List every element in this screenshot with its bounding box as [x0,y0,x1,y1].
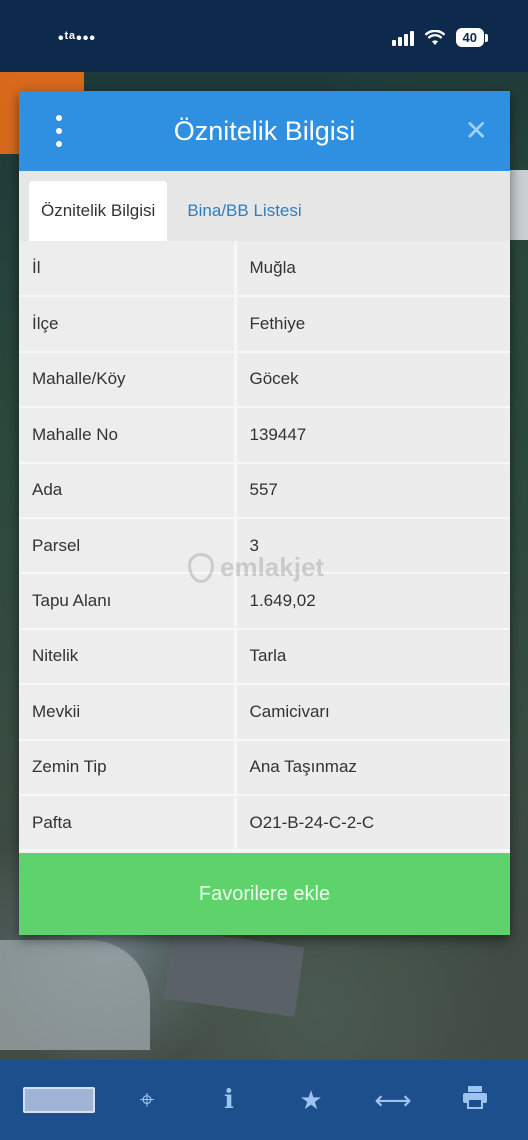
attribute-value: 3 [233,517,510,575]
attribute-row: Mahalle No 139447 [19,407,510,464]
attribute-label: İl [19,241,235,298]
tab-attribute-info[interactable]: Öznitelik Bilgisi [29,181,168,241]
status-time: •ᵗᵃ••• [58,30,96,47]
add-favorite-button[interactable]: Favorilere ekle [19,853,510,935]
attribute-row: Ada 557 [19,462,510,519]
attribute-label: Zemin Tip [19,739,235,796]
tab-building-list[interactable]: Bina/BB Listesi [167,181,313,241]
dialog-tabs: Öznitelik Bilgisi Bina/BB Listesi [19,171,510,241]
attribute-row: Zemin Tip Ana Taşınmaz [19,739,510,796]
attribute-row: Tapu Alanı 1.649,02 [19,573,510,630]
measure-icon[interactable]: ⟷ [363,1085,423,1116]
locate-icon[interactable]: ⌖ [117,1084,177,1116]
attribute-label: Nitelik [19,628,235,686]
attribute-value: Tarla [233,628,510,686]
attribute-value: 557 [233,462,510,519]
attribute-row: Nitelik Tarla [19,628,510,686]
attribute-value: Camicivarı [233,684,510,741]
attribute-value: 139447 [233,407,510,464]
logo-icon[interactable] [23,1087,95,1113]
dialog-title: Öznitelik Bilgisi [173,115,356,146]
attribute-label: İlçe [19,296,235,353]
battery-icon: 40 [455,28,489,47]
attribute-value: Fethiye [233,296,510,353]
attribute-label: Tapu Alanı [19,573,235,630]
signal-icon [391,30,414,46]
attribute-row: Mevkii Camicivarı [19,684,510,741]
attribute-label: Ada [19,462,235,519]
attribute-row: Pafta O21-B-24-C-2-C [19,794,510,852]
attribute-row: İl Muğla [19,241,510,298]
attribute-value: Ana Taşınmaz [233,739,510,796]
attribute-row: Parsel 3 [19,517,510,575]
attribute-label: Mevkii [19,684,235,741]
attribute-table: İl Muğla İlçe Fethiye Mahalle/Köy Göcek Mahall… [19,241,510,852]
status-icons: 40 [391,28,489,47]
print-icon[interactable] [445,1085,505,1116]
wifi-icon [424,29,445,45]
star-icon[interactable]: ★ [281,1085,341,1116]
dialog-header: Öznitelik Bilgisi ✕ [19,91,510,171]
attribute-row: Mahalle/Köy Göcek [19,351,510,409]
attribute-label: Parsel [19,517,235,575]
attribute-value: Göcek [233,351,510,409]
map-road [0,940,150,1050]
attribute-value: O21-B-24-C-2-C [233,794,510,852]
status-bar: •ᵗᵃ••• 40 [0,0,528,72]
info-icon[interactable]: i [199,1085,259,1115]
attribute-dialog: Öznitelik Bilgisi ✕ Öznitelik Bilgisi Bi… [19,91,510,935]
more-options-icon[interactable] [49,115,69,147]
attribute-label: Mahalle/Köy [19,351,235,409]
bottom-toolbar: ⌖ i ★ ⟷ [0,1060,528,1140]
map-feature [508,170,528,240]
close-icon[interactable]: ✕ [465,115,488,147]
attribute-value: Muğla [233,241,510,298]
attribute-label: Pafta [19,794,235,852]
attribute-value: 1.649,02 [233,573,510,630]
attribute-row: İlçe Fethiye [19,296,510,353]
attribute-label: Mahalle No [19,407,235,464]
